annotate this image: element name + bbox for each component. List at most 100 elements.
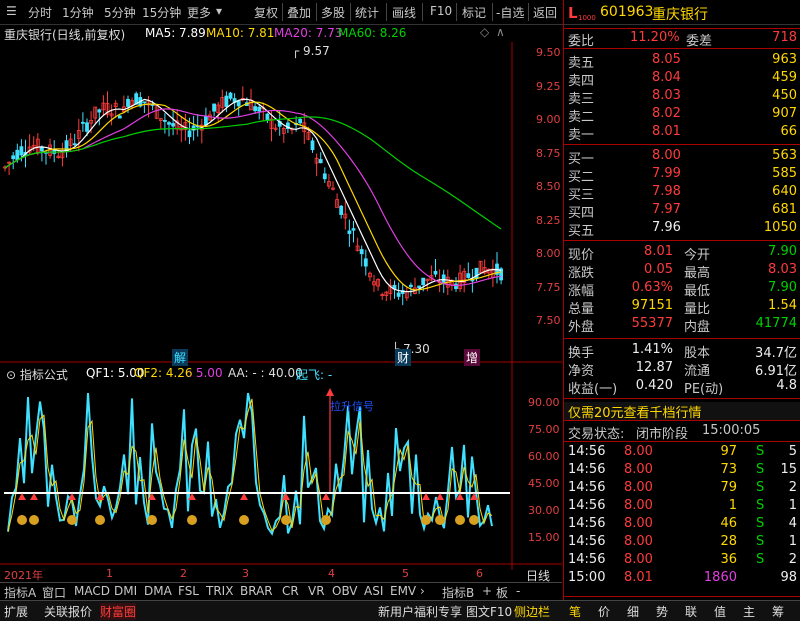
kline-svg [0,42,562,570]
panel-tab[interactable]: 价 [598,603,610,620]
tab-board[interactable]: 板 [496,584,508,601]
tab-vr[interactable]: VR [308,584,325,598]
tab-indicator-a[interactable]: 指标A [4,584,36,601]
tab-15min[interactable]: 15分钟 [142,4,181,21]
tab-macd[interactable]: MACD [74,584,110,598]
caret-right-icon[interactable]: › [420,584,425,598]
candle-body [408,284,413,287]
weicha-value: 718 [772,30,797,45]
candle-body [167,122,171,125]
stat-row: 涨幅 0.63% 最低 7.90 [568,280,797,299]
money-bag-icon [321,515,331,525]
up-arrow-icon [436,493,444,500]
status-new-user[interactable]: 新用户福利专享 [378,603,462,620]
ask-row-5[interactable]: 卖五 8.05 963 [564,52,800,71]
bid-row-2[interactable]: 买二 7.99 585 [564,166,800,185]
panel-tab[interactable]: 主 [743,603,755,620]
ask-row-3[interactable]: 卖三 8.03 450 [564,88,800,107]
btn-tongji[interactable]: 统计 [355,4,379,21]
panel-tab[interactable]: 细 [627,603,639,620]
tab-obv[interactable]: OBV [332,584,358,598]
panel-tab[interactable]: 联 [685,603,697,620]
tab-fenshi[interactable]: 分时 [28,4,52,21]
price-tick: 9.00 [536,113,561,126]
tab-window[interactable]: 窗口 [42,584,66,601]
mark-cai[interactable]: 财 [395,349,412,366]
candle-body [212,103,217,112]
tab-indicator-b[interactable]: 指标B [442,584,474,601]
indicator-lines [7,388,493,536]
date-tick: 1 [106,567,113,580]
panel-tab[interactable]: 势 [656,603,668,620]
promo-link[interactable]: 仅需20元查看千档行情 [568,402,702,421]
signal-markers [17,493,479,525]
mark-jie[interactable]: 解 [172,349,189,366]
status-f10[interactable]: 图文F10 [466,603,512,620]
money-bag-icon [435,515,445,525]
tab-5min[interactable]: 5分钟 [104,4,136,21]
tab-asi[interactable]: ASI [364,584,383,598]
mark-zeng[interactable]: 增 [464,349,481,366]
ask-row-1[interactable]: 卖一 8.01 66 [564,124,800,143]
btn-fanhui[interactable]: 返回 [533,4,557,21]
price-tick: 8.75 [536,146,561,160]
plus-icon[interactable]: + [482,584,492,598]
candle-body [11,155,16,160]
btn-f10[interactable]: F10 [430,4,452,18]
panel-tab[interactable]: 筹 [772,603,784,620]
ask-row-2[interactable]: 卖二 8.02 907 [564,106,800,125]
panel-tab[interactable]: 笔 [569,603,581,620]
tab-1min[interactable]: 1分钟 [62,4,94,21]
tab-emv[interactable]: EMV [390,584,416,598]
btn-huaxian[interactable]: 画线 [392,4,416,21]
bid-row-4[interactable]: 买四 7.97 681 [564,202,800,221]
stock-name: 重庆银行 [652,7,708,23]
tab-dmi[interactable]: DMI [114,584,137,598]
status-sidebar[interactable]: 侧边栏 [514,603,550,620]
minus-icon[interactable]: - [516,584,520,598]
candle-body [224,95,229,107]
btn-zixuan[interactable]: -自选 [496,4,524,21]
tab-fsl[interactable]: FSL [178,584,199,598]
stock-code: 601963 [600,4,654,20]
status-related-quote[interactable]: 关联报价 [44,603,92,620]
candle-body [474,267,479,280]
indicator-tick: 45.00 [528,477,560,490]
btn-biaoji[interactable]: 标记 [462,4,486,21]
tab-more[interactable]: 更多 [187,4,211,21]
stat-row: 涨跌 0.05 最高 8.03 [568,262,797,281]
indicator-tick: 75.00 [528,423,560,436]
money-bag-icon [239,515,249,525]
bid-row-3[interactable]: 买三 7.98 640 [564,184,800,203]
ma20-line [4,108,502,287]
tab-trix[interactable]: TRIX [206,584,233,598]
tab-cr[interactable]: CR [282,584,299,598]
date-tick: 4 [328,567,335,580]
panel-tab[interactable]: 值 [714,603,726,620]
date-tick: 3 [242,567,249,580]
tab-brar[interactable]: BRAR [240,584,273,598]
price-tick: 9.50 [536,46,561,59]
candle-body [441,274,446,283]
tick-row: 14:56 8.00 36 S 2 [568,552,797,567]
chart-area[interactable]: 重庆银行(日线,前复权) MA5: 7.89 MA10: 7.81 MA20: … [0,24,562,583]
stat-row: 净资 12.87 流通 6.91亿 [568,360,797,379]
chevron-down-icon[interactable]: ▾ [216,4,222,18]
price-tick: 9.25 [536,79,561,93]
trade-state: 闭市阶段 [636,427,689,442]
price-tick: 8.50 [536,180,561,193]
qf2-label: QF2: 4.26 [134,366,193,380]
stat-row: 换手 1.41% 股本 34.7亿 [568,342,797,361]
date-tick: 2 [180,567,187,580]
status-wealth-circle[interactable]: 财富圈 [100,603,137,620]
status-extend[interactable]: 扩展 [4,603,28,620]
btn-duogu[interactable]: 多股 [321,4,345,21]
bid-row-1[interactable]: 买一 8.00 563 [564,148,800,167]
candle-body [466,273,471,278]
ask-row-4[interactable]: 卖四 8.04 459 [564,70,800,89]
btn-fuquan[interactable]: 复权 [254,4,278,21]
menu-icon[interactable]: ☰ [6,4,17,18]
tab-dma[interactable]: DMA [144,584,172,598]
bid-row-5[interactable]: 买五 7.96 1050 [564,220,800,239]
btn-diejia[interactable]: 叠加 [287,4,311,21]
